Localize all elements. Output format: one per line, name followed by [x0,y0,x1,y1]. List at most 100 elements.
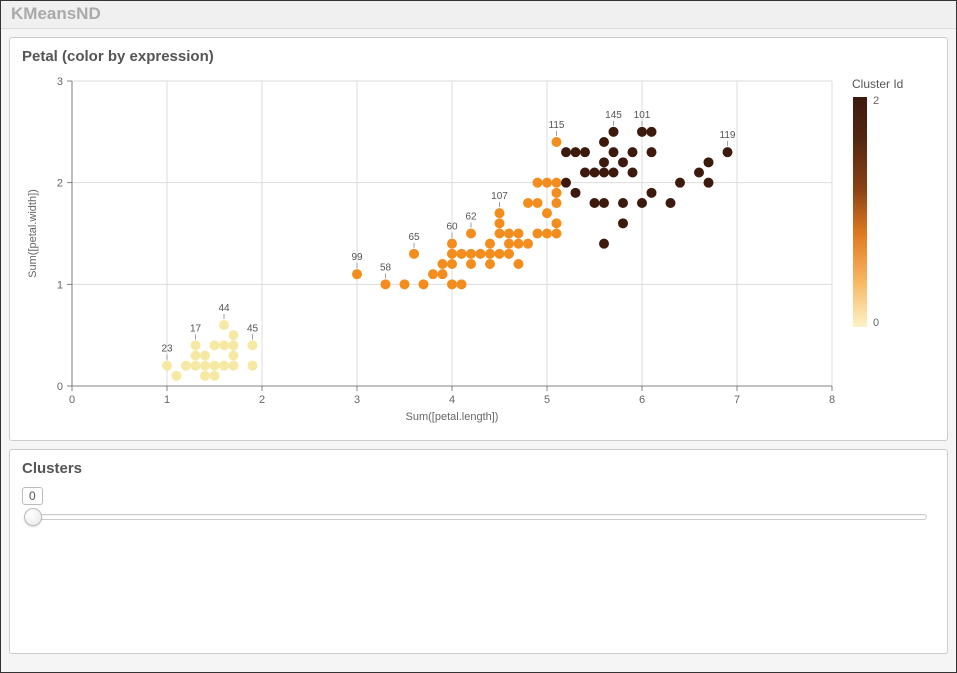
data-point[interactable] [219,361,229,371]
data-point[interactable] [229,351,239,361]
data-point[interactable] [723,147,733,157]
data-point[interactable] [580,168,590,178]
data-point[interactable] [599,157,609,167]
data-point[interactable] [162,361,172,371]
data-point[interactable] [191,340,201,350]
data-point[interactable] [533,178,543,188]
data-point[interactable] [647,127,657,137]
data-point[interactable] [352,269,362,279]
data-point[interactable] [523,239,533,249]
data-point[interactable] [514,239,524,249]
data-point[interactable] [495,249,505,259]
data-point[interactable] [409,249,419,259]
data-point[interactable] [210,340,220,350]
data-point[interactable] [514,259,524,269]
data-point[interactable] [552,137,562,147]
data-point[interactable] [542,208,552,218]
data-point[interactable] [609,147,619,157]
data-point[interactable] [609,127,619,137]
data-point[interactable] [552,178,562,188]
data-point[interactable] [248,361,258,371]
data-point[interactable] [419,279,429,289]
data-point[interactable] [400,279,410,289]
data-point[interactable] [542,229,552,239]
data-point[interactable] [495,208,505,218]
data-point[interactable] [533,198,543,208]
data-point[interactable] [637,127,647,137]
data-point[interactable] [466,249,476,259]
data-point[interactable] [172,371,182,381]
data-point[interactable] [438,269,448,279]
data-point[interactable] [599,239,609,249]
scatter-plot[interactable]: 0123456780123Sum([petal.length])Sum([pet… [22,71,842,426]
data-point[interactable] [504,229,514,239]
data-point[interactable] [666,198,676,208]
data-point[interactable] [704,157,714,167]
data-point[interactable] [618,218,628,228]
data-point[interactable] [495,229,505,239]
data-point[interactable] [571,147,581,157]
data-point[interactable] [485,239,495,249]
data-point[interactable] [647,147,657,157]
data-point[interactable] [200,371,210,381]
data-point[interactable] [609,168,619,178]
data-point[interactable] [438,259,448,269]
data-point[interactable] [552,198,562,208]
clusters-slider[interactable] [22,507,935,529]
data-point[interactable] [219,320,229,330]
data-point[interactable] [599,137,609,147]
data-point[interactable] [181,361,191,371]
data-point[interactable] [599,198,609,208]
data-point[interactable] [485,259,495,269]
data-point[interactable] [704,178,714,188]
data-point[interactable] [495,218,505,228]
data-point[interactable] [514,229,524,239]
data-point[interactable] [248,340,258,350]
data-point[interactable] [628,147,638,157]
data-point[interactable] [485,249,495,259]
data-point[interactable] [229,340,239,350]
data-point[interactable] [200,361,210,371]
data-point[interactable] [552,218,562,228]
data-point[interactable] [466,259,476,269]
data-point[interactable] [428,269,438,279]
data-point[interactable] [561,147,571,157]
data-point[interactable] [561,178,571,188]
data-point[interactable] [447,239,457,249]
data-point[interactable] [533,229,543,239]
data-point[interactable] [219,340,229,350]
data-point[interactable] [466,229,476,239]
data-point[interactable] [628,168,638,178]
data-point[interactable] [457,279,467,289]
data-point[interactable] [210,361,220,371]
data-point[interactable] [504,249,514,259]
data-point[interactable] [504,239,514,249]
data-point[interactable] [447,249,457,259]
data-point[interactable] [590,168,600,178]
data-point[interactable] [191,361,201,371]
data-point[interactable] [571,188,581,198]
data-point[interactable] [476,249,486,259]
data-point[interactable] [200,351,210,361]
data-point[interactable] [229,330,239,340]
data-point[interactable] [210,371,220,381]
data-point[interactable] [523,198,533,208]
slider-thumb[interactable] [24,508,42,526]
data-point[interactable] [580,147,590,157]
data-point[interactable] [618,198,628,208]
data-point[interactable] [381,279,391,289]
data-point[interactable] [191,351,201,361]
data-point[interactable] [675,178,685,188]
data-point[interactable] [552,229,562,239]
data-point[interactable] [457,249,467,259]
data-point[interactable] [618,157,628,167]
data-point[interactable] [694,168,704,178]
data-point[interactable] [599,168,609,178]
data-point[interactable] [552,188,562,198]
data-point[interactable] [229,361,239,371]
data-point[interactable] [447,259,457,269]
data-point[interactable] [637,198,647,208]
data-point[interactable] [447,279,457,289]
data-point[interactable] [590,198,600,208]
data-point[interactable] [542,178,552,188]
